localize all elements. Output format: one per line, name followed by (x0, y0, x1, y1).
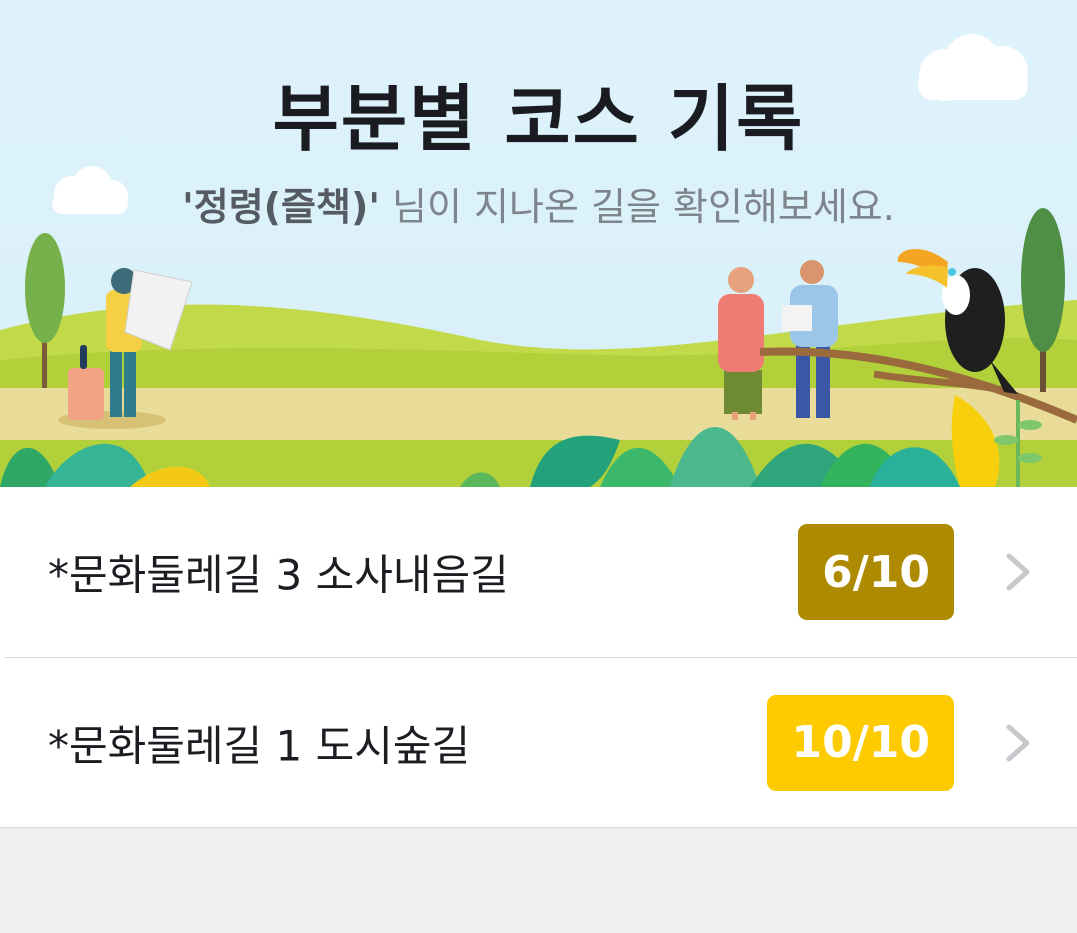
course-row[interactable]: *문화둘레길 3 소사내음길 6/10 (0, 487, 1077, 657)
subtitle: '정령(즐책)' 님이 지나온 길을 확인해보세요. (0, 176, 1077, 231)
progress-badge: 10/10 (767, 694, 954, 791)
course-name: *문화둘레길 3 소사내음길 (48, 550, 509, 600)
progress-badge: 6/10 (798, 524, 954, 620)
chevron-right-icon[interactable] (1003, 723, 1033, 763)
course-list: *문화둘레길 3 소사내음길 6/10 *문화둘레길 1 도시숲길 10/10 (0, 487, 1077, 828)
subtitle-text: 님이 지나온 길을 확인해보세요. (379, 185, 895, 229)
course-name: *문화둘레길 1 도시숲길 (48, 721, 471, 770)
course-row[interactable]: *문화둘레길 1 도시숲길 10/10 (4, 657, 1077, 827)
user-name: '정령(즐책)' (182, 185, 380, 229)
header-banner: 부분별 코스 기록 '정령(즐책)' 님이 지나온 길을 확인해보세요. (0, 0, 1077, 487)
page-title: 부분별 코스 기록 (272, 77, 805, 161)
chevron-right-icon[interactable] (1003, 552, 1033, 592)
